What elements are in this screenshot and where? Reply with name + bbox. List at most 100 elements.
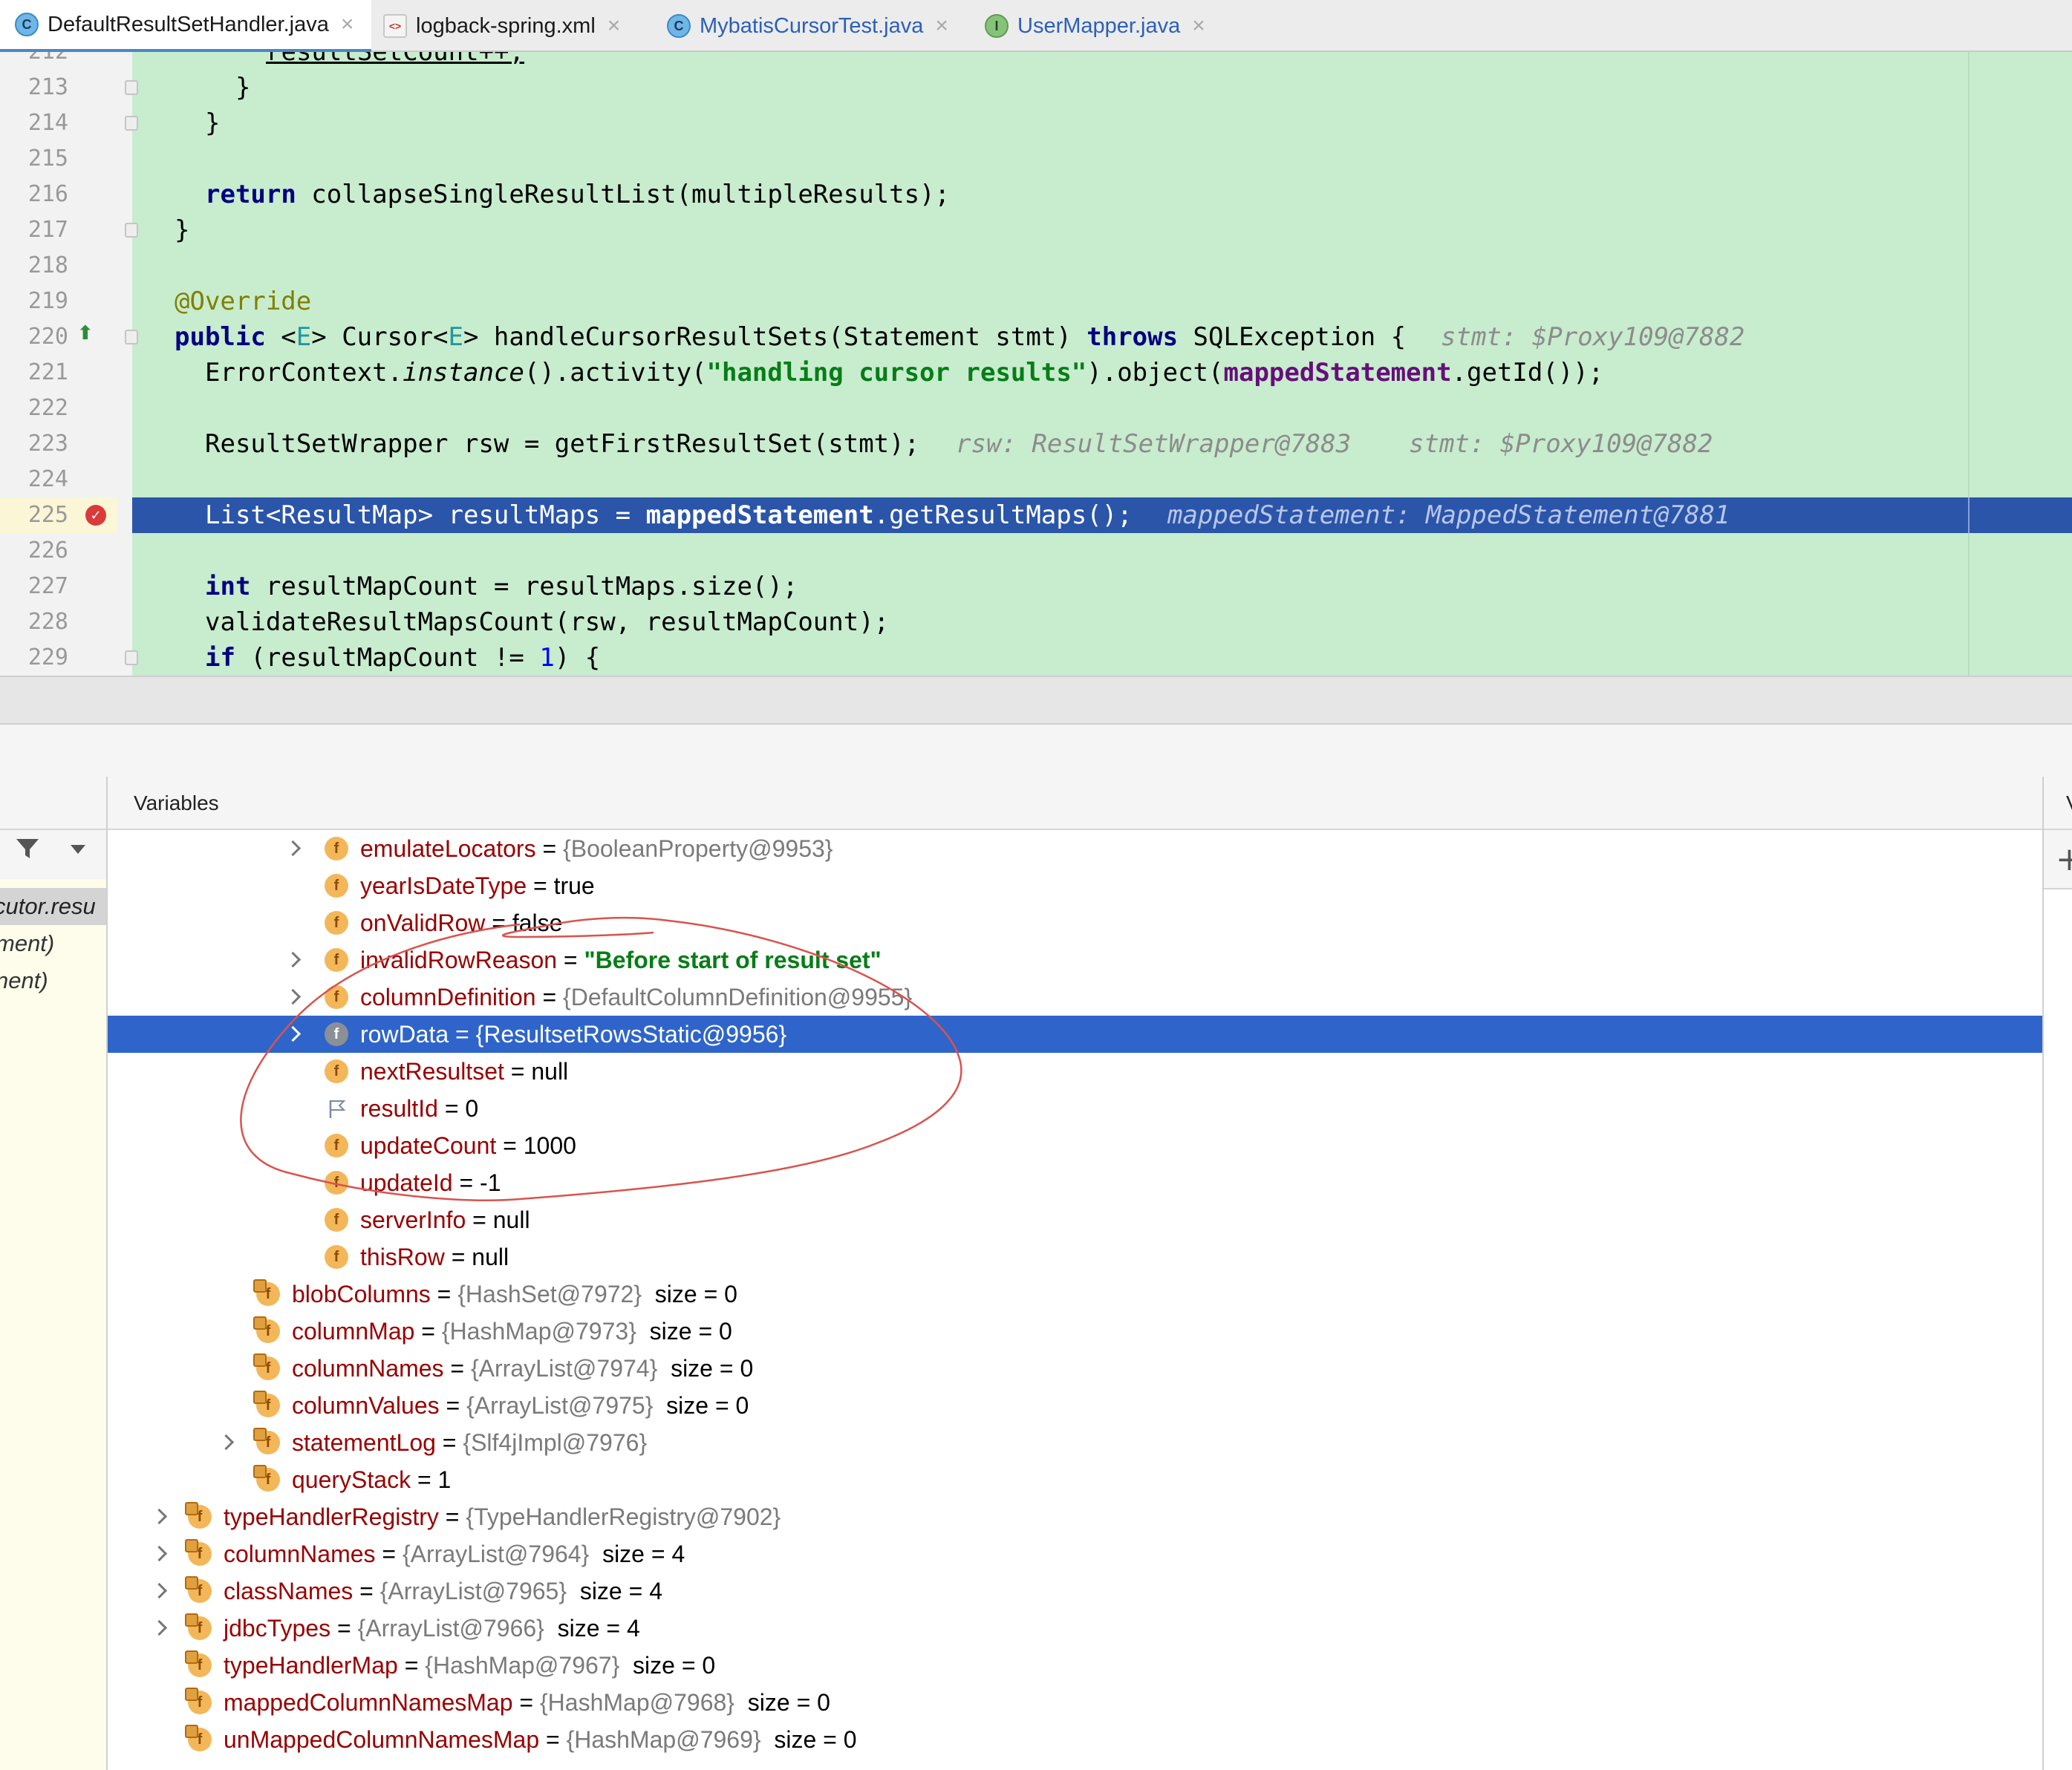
expand-arrow-icon[interactable]	[219, 1435, 234, 1450]
breakpoint-icon[interactable]: ✓	[85, 505, 106, 526]
code-text: ResultSetWrapper rsw = getFirstResultSet…	[205, 429, 920, 459]
filter-icon[interactable]	[15, 836, 40, 861]
code-line[interactable]: 227 int resultMapCount = resultMaps.size…	[0, 569, 2072, 604]
variable-row[interactable]: f nextResultset = null	[108, 1053, 2042, 1090]
code-line[interactable]: 221 ErrorContext.instance().activity("ha…	[0, 355, 2072, 391]
chevron-down-icon[interactable]	[71, 845, 85, 854]
variable-value: true	[553, 872, 595, 899]
code-line[interactable]: 216 return collapseSingleResultList(mult…	[0, 177, 2072, 212]
code-line[interactable]: 224	[0, 462, 2072, 497]
line-number: 225	[27, 502, 68, 528]
inline-debug-value: stmt: $Proxy109@7882	[1409, 429, 1713, 459]
variable-row[interactable]: f jdbcTypes = {ArrayList@7966} size = 4	[108, 1610, 2042, 1647]
collection-size: size = 4	[602, 1541, 685, 1567]
expand-arrow-icon[interactable]	[152, 1621, 167, 1636]
stack-frame-item[interactable]: ment)	[0, 925, 106, 962]
variable-row[interactable]: f serverInfo = null	[108, 1201, 2042, 1238]
code-text: return collapseSingleResultList(multiple…	[205, 180, 951, 209]
variable-row[interactable]: f statementLog = {Slf4jImpl@7976}	[108, 1424, 2042, 1461]
expand-arrow-icon[interactable]	[286, 841, 301, 856]
close-icon[interactable]: ×	[1192, 13, 1205, 39]
code-text: List<ResultMap> resultMaps = mappedState…	[205, 500, 1133, 530]
expand-arrow-icon[interactable]	[286, 953, 301, 967]
variable-row[interactable]: f unMappedColumnNamesMap = {HashMap@7969…	[108, 1721, 2042, 1758]
variable-row[interactable]: f mappedColumnNamesMap = {HashMap@7968} …	[108, 1684, 2042, 1721]
expand-arrow-icon[interactable]	[152, 1547, 167, 1561]
code-line[interactable]: 223 ResultSetWrapper rsw = getFirstResul…	[0, 426, 2072, 462]
fold-marker-icon[interactable]	[125, 330, 138, 344]
variable-row[interactable]: f yearIsDateType = true	[108, 867, 2042, 904]
line-number: 215	[27, 146, 68, 172]
expand-arrow-icon[interactable]	[286, 1027, 301, 1042]
variable-row[interactable]: f onValidRow = false	[108, 904, 2042, 941]
fold-marker-icon[interactable]	[125, 116, 138, 131]
variable-row[interactable]: f thisRow = null	[108, 1238, 2042, 1276]
tab-default-result-set-handler[interactable]: C DefaultResultSetHandler.java ×	[0, 0, 371, 52]
stack-frame-item[interactable]: cutor.resu	[0, 888, 106, 925]
code-line[interactable]: 218	[0, 248, 2072, 284]
variable-row[interactable]: f columnValues = {ArrayList@7975} size =…	[108, 1387, 2042, 1424]
code-line[interactable]: 215	[0, 141, 2072, 177]
tab-user-mapper[interactable]: I UserMapper.java ×	[974, 0, 1227, 52]
code-line[interactable]: 219 @Override	[0, 284, 2072, 319]
stack-frame-item[interactable]: nent)	[0, 962, 106, 999]
line-number: 227	[27, 573, 68, 599]
variable-name: mappedColumnNamesMap	[224, 1689, 513, 1716]
expand-arrow-icon[interactable]	[286, 990, 301, 1005]
variable-row[interactable]: f classNames = {ArrayList@7965} size = 4	[108, 1573, 2042, 1610]
line-number: 228	[27, 609, 68, 635]
field-icon: f	[325, 1059, 348, 1083]
code-line[interactable]: 217 }	[0, 212, 2072, 248]
collection-size: size = 0	[747, 1689, 830, 1716]
protected-field-icon: f	[253, 1279, 280, 1306]
expand-arrow-icon[interactable]	[152, 1509, 167, 1524]
expand-arrow-icon[interactable]	[152, 1584, 167, 1598]
variable-row-selected[interactable]: f rowData = {ResultsetRowsStatic@9956}	[108, 1016, 2042, 1053]
code-line[interactable]: 226	[0, 533, 2072, 569]
variable-name: updateId	[360, 1169, 453, 1196]
variable-row[interactable]: f columnNames = {ArrayList@7964} size = …	[108, 1535, 2042, 1573]
tab-mybatis-cursor-test[interactable]: C MybatisCursorTest.java ×	[654, 0, 973, 52]
right-margin-guide	[1968, 497, 1970, 533]
class-icon: C	[15, 13, 39, 36]
close-icon[interactable]: ×	[935, 13, 948, 39]
code-line[interactable]: 228 validateResultMapsCount(rsw, resultM…	[0, 604, 2072, 640]
code-text: @Override	[175, 287, 312, 316]
code-line[interactable]: 222	[0, 391, 2072, 426]
variable-row[interactable]: f blobColumns = {HashSet@7972} size = 0	[108, 1276, 2042, 1313]
variable-row[interactable]: f columnMap = {HashMap@7973} size = 0	[108, 1313, 2042, 1350]
fold-marker-icon[interactable]	[125, 223, 138, 238]
close-icon[interactable]: ×	[341, 12, 354, 37]
add-watch-icon[interactable]: +	[2056, 840, 2072, 878]
flag-icon	[329, 1100, 346, 1118]
variable-row[interactable]: f columnNames = {ArrayList@7974} size = …	[108, 1350, 2042, 1387]
field-icon: f	[325, 985, 348, 1009]
variable-row[interactable]: resultId = 0	[108, 1090, 2042, 1127]
variable-row[interactable]: f columnDefinition = {DefaultColumnDefin…	[108, 979, 2042, 1016]
variables-tree[interactable]: f emulateLocators = {BooleanProperty@995…	[108, 830, 2042, 1770]
variable-row[interactable]: f typeHandlerRegistry = {TypeHandlerRegi…	[108, 1498, 2042, 1535]
line-number: 222	[27, 395, 68, 421]
variable-row[interactable]: f updateId = -1	[108, 1164, 2042, 1201]
panel-splitter[interactable]	[0, 676, 2072, 725]
variable-row[interactable]: f typeHandlerMap = {HashMap@7967} size =…	[108, 1647, 2042, 1684]
implements-method-icon[interactable]: ⬆	[77, 322, 94, 344]
tab-logback-spring[interactable]: <> logback-spring.xml ×	[373, 0, 652, 52]
variable-row[interactable]: f emulateLocators = {BooleanProperty@995…	[108, 830, 2042, 867]
fold-marker-icon[interactable]	[125, 650, 138, 665]
code-editor[interactable]: 212 resultSetCount++; 213 } 214 } 215 21…	[0, 52, 2072, 676]
code-line[interactable]: 213 }	[0, 70, 2072, 105]
variable-row[interactable]: f queryStack = 1	[108, 1461, 2042, 1498]
variable-row[interactable]: f invalidRowReason = "Before start of re…	[108, 941, 2042, 979]
variable-name: queryStack	[292, 1466, 411, 1493]
close-icon[interactable]: ×	[607, 13, 621, 39]
code-line[interactable]: 220 ⬆ public <E> Cursor<E> handleCursorR…	[0, 319, 2072, 355]
variable-row[interactable]: f updateCount = 1000	[108, 1127, 2042, 1164]
line-number: 218	[27, 252, 68, 278]
fold-marker-icon[interactable]	[125, 80, 138, 95]
code-line[interactable]: 214 }	[0, 105, 2072, 141]
current-execution-line[interactable]: 225 ✓ List<ResultMap> resultMaps = mappe…	[0, 497, 2072, 533]
code-line[interactable]: 229 if (resultMapCount != 1) {	[0, 640, 2072, 676]
variable-value: {ArrayList@7966}	[357, 1615, 544, 1642]
code-line[interactable]: 212 resultSetCount++;	[0, 52, 2072, 70]
